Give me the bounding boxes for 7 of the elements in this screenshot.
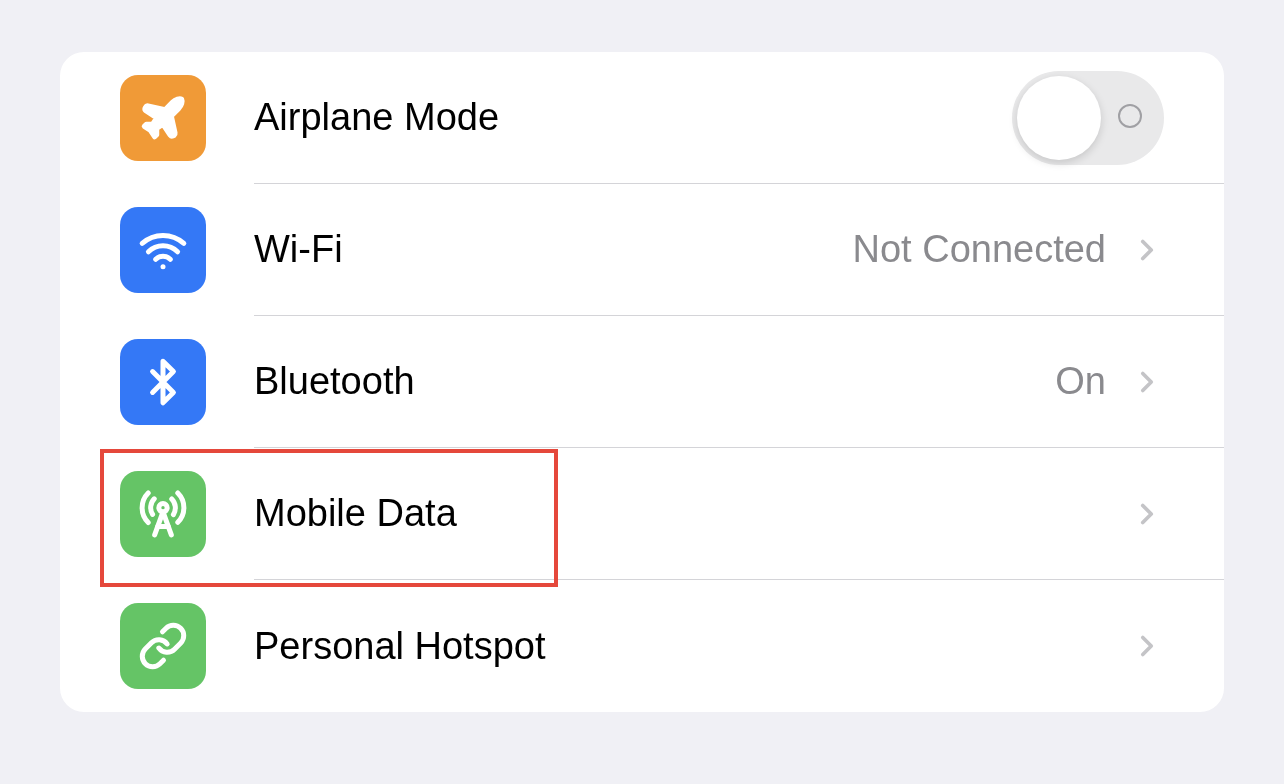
setting-label[interactable]: Personal Hotspot	[254, 624, 1130, 668]
setting-label[interactable]: Wi-Fi	[254, 228, 853, 271]
setting-label[interactable]: Mobile Data	[254, 492, 1130, 535]
setting-value: Not Connected	[852, 228, 1106, 271]
setting-label[interactable]: Airplane Mode	[254, 96, 1012, 139]
setting-value: On	[1055, 360, 1106, 403]
setting-label[interactable]: Bluetooth	[254, 360, 1056, 403]
